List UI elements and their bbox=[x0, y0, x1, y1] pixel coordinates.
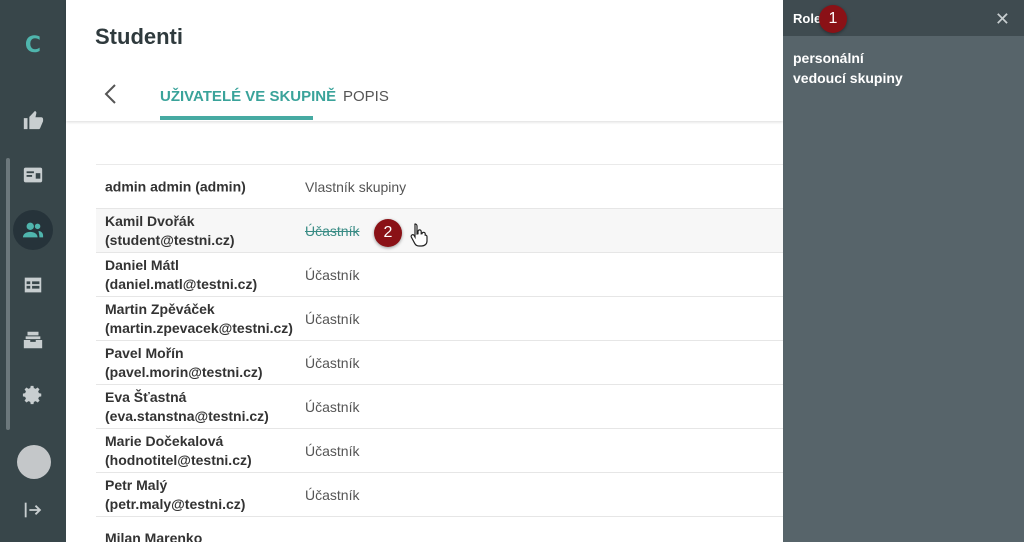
main-content: Studenti UŽIVATELÉ VE SKUPINĚ POPIS admi… bbox=[66, 0, 783, 542]
table-row[interactable]: Pavel Mořín (pavel.morin@testni.cz) Účas… bbox=[96, 341, 783, 385]
page-title: Studenti bbox=[95, 24, 183, 49]
member-name: Marie Dočekalová (hodnotitel@testni.cz) bbox=[105, 432, 252, 468]
role-list: personální vedoucí skupiny bbox=[793, 48, 903, 88]
users-icon bbox=[22, 222, 44, 238]
role-item-personal[interactable]: personální bbox=[793, 48, 903, 68]
active-tab-indicator bbox=[160, 116, 313, 120]
thumbs-up-icon bbox=[23, 110, 44, 130]
member-role[interactable]: Účastník bbox=[305, 311, 359, 327]
close-icon[interactable]: ✕ bbox=[995, 9, 1010, 30]
member-name: Kamil Dvořák (student@testni.cz) bbox=[105, 212, 235, 248]
role-panel: Role 1 ✕ personální vedoucí skupiny bbox=[783, 0, 1024, 542]
members-table: admin admin (admin) Vlastník skupiny Kam… bbox=[96, 164, 783, 542]
table-icon bbox=[24, 277, 42, 293]
nav-settings-button[interactable] bbox=[13, 375, 53, 415]
logout-icon bbox=[24, 502, 42, 518]
member-role[interactable]: Vlastník skupiny bbox=[305, 179, 406, 195]
sidebar-scrollbar[interactable] bbox=[6, 158, 10, 430]
member-name: Pavel Mořín (pavel.morin@testni.cz) bbox=[105, 344, 263, 380]
id-card-icon bbox=[23, 167, 43, 183]
step-marker-2: 2 bbox=[374, 219, 402, 247]
tab-users-in-group[interactable]: UŽIVATELÉ VE SKUPINĚ bbox=[160, 88, 336, 105]
hand-pointer-icon bbox=[410, 223, 428, 247]
member-name: Petr Malý (petr.maly@testni.cz) bbox=[105, 476, 246, 512]
gear-icon bbox=[22, 385, 42, 405]
table-row[interactable]: admin admin (admin) Vlastník skupiny bbox=[96, 165, 783, 209]
role-panel-title: Role bbox=[793, 11, 822, 26]
member-name: Milan Marenko bbox=[105, 530, 203, 542]
member-role[interactable]: Účastník bbox=[305, 267, 359, 283]
member-role[interactable]: Účastník bbox=[305, 399, 359, 415]
nav-groups-button[interactable] bbox=[13, 210, 53, 250]
table-row[interactable]: Eva Šťastná (eva.stanstna@testni.cz) Úča… bbox=[96, 385, 783, 429]
table-row[interactable]: Petr Malý (petr.maly@testni.cz) Účastník bbox=[96, 473, 783, 517]
member-name: Eva Šťastná (eva.stanstna@testni.cz) bbox=[105, 388, 269, 424]
step-marker-1: 1 bbox=[819, 5, 847, 33]
member-role[interactable]: Účastník bbox=[305, 487, 359, 503]
table-row[interactable]: Daniel Mátl (daniel.matl@testni.cz) Účas… bbox=[96, 253, 783, 297]
nav-inbox-button[interactable] bbox=[13, 320, 53, 360]
table-row[interactable]: Marie Dočekalová (hodnotitel@testni.cz) … bbox=[96, 429, 783, 473]
member-role[interactable]: Účastník bbox=[305, 355, 359, 371]
back-arrow-icon[interactable] bbox=[100, 82, 122, 106]
table-row[interactable]: Martin Zpěváček (martin.zpevacek@testni.… bbox=[96, 297, 783, 341]
role-panel-header: Role 1 ✕ bbox=[783, 0, 1024, 36]
tab-description[interactable]: POPIS bbox=[343, 88, 389, 105]
member-role-link[interactable]: Účastník bbox=[305, 223, 359, 239]
sidebar: C bbox=[0, 0, 66, 542]
app-logo[interactable]: C bbox=[0, 33, 66, 58]
page-header: Studenti UŽIVATELÉ VE SKUPINĚ POPIS bbox=[66, 0, 783, 121]
avatar[interactable] bbox=[17, 445, 51, 479]
member-name: Martin Zpěváček (martin.zpevacek@testni.… bbox=[105, 300, 293, 336]
member-role[interactable]: Účastník bbox=[305, 443, 359, 459]
logout-button[interactable] bbox=[13, 490, 53, 530]
member-name: Daniel Mátl (daniel.matl@testni.cz) bbox=[105, 256, 258, 292]
nav-table-button[interactable] bbox=[13, 265, 53, 305]
table-row[interactable]: Milan Marenko Účastník bbox=[96, 517, 783, 542]
nav-card-button[interactable] bbox=[13, 155, 53, 195]
role-item-group-leader[interactable]: vedoucí skupiny bbox=[793, 68, 903, 88]
member-name: admin admin (admin) bbox=[105, 178, 246, 194]
nav-feedback-button[interactable] bbox=[13, 100, 53, 140]
table-row[interactable]: Kamil Dvořák (student@testni.cz) Účastní… bbox=[96, 209, 783, 253]
inbox-tray-icon bbox=[23, 331, 43, 349]
